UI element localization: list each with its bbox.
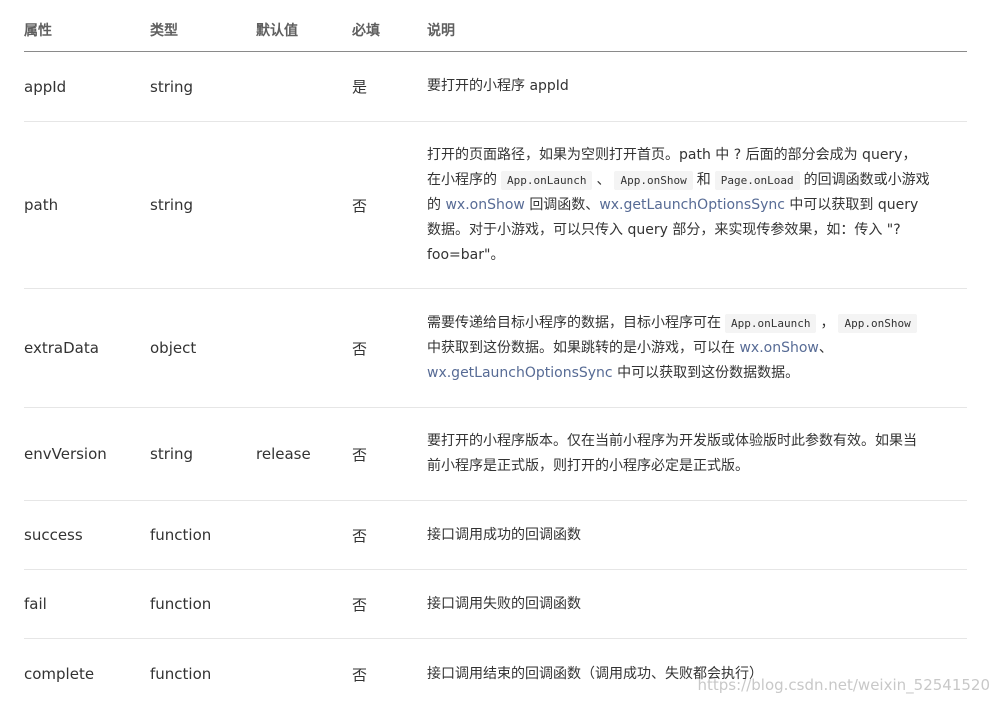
table-row: extraData object 否 需要传递给目标小程序的数据，目标小程序可在…	[24, 289, 967, 408]
desc-cell: 打开的页面路径，如果为空则打开首页。path 中 ? 后面的部分会成为 quer…	[427, 143, 967, 268]
header-attr: 属性	[24, 23, 52, 39]
watermark: https://blog.csdn.net/weixin_52541520	[697, 676, 990, 694]
required-cell: 否	[352, 665, 368, 684]
desc-text: 、	[596, 171, 611, 188]
type-cell: object	[150, 339, 197, 357]
desc-line: 要打开的小程序版本。仅在当前小程序为开发版或体验版时此参数有效。如果当	[427, 433, 917, 449]
desc-line: 前小程序是正式版，则打开的小程序必定是正式版。	[427, 458, 749, 474]
attr-cell: success	[24, 526, 83, 544]
attr-cell: envVersion	[24, 445, 107, 463]
table-row: appId string 是 要打开的小程序 appId	[24, 52, 967, 122]
desc-line: 打开的页面路径，如果为空则打开首页。path 中 ? 后面的部分会成为 quer…	[427, 143, 967, 168]
desc-text: 中可以获取到这份数据数据。	[617, 364, 800, 381]
desc-line: 中获取到这份数据。如果跳转的是小游戏，可以在 wx.onShow、	[427, 336, 967, 361]
table-row: success function 否 接口调用成功的回调函数	[24, 501, 967, 570]
desc-cell: 要打开的小程序 appId	[427, 78, 569, 94]
desc-text: 、	[818, 339, 833, 356]
type-cell: function	[150, 595, 212, 613]
link-wx-getlaunchoptionssync[interactable]: wx.getLaunchOptionsSync	[599, 197, 785, 213]
desc-text: 需要传递给目标小程序的数据，目标小程序可在	[427, 314, 721, 331]
desc-text: 的回调函数或小游戏	[803, 171, 930, 188]
desc-line: 数据。对于小游戏，可以只传入 query 部分，来实现传参效果，如：传入 "?	[427, 218, 967, 243]
desc-cell: 要打开的小程序版本。仅在当前小程序为开发版或体验版时此参数有效。如果当 前小程序…	[427, 429, 967, 479]
code-app-onshow: App.onShow	[838, 313, 917, 333]
desc-line: 的 wx.onShow 回调函数、wx.getLaunchOptionsSync…	[427, 193, 967, 218]
attr-cell: fail	[24, 595, 47, 613]
desc-text: 数据。对于小游戏，可以只传入 query 部分，来实现传参效果，如：传入 "?	[427, 221, 901, 238]
api-params-table: 属性 类型 默认值 必填 说明 appId string 是 要打开的小程序 a…	[24, 0, 967, 709]
desc-text: 在小程序的	[427, 171, 497, 188]
required-cell: 否	[352, 526, 368, 545]
desc-text: foo=bar"。	[427, 246, 505, 263]
desc-text: 中可以获取到 query	[789, 196, 919, 213]
table-row: fail function 否 接口调用失败的回调函数	[24, 570, 967, 639]
desc-line: 在小程序的 App.onLaunch、 App.onShow 和 Page.onLoad…	[427, 168, 967, 193]
desc-text: 中获取到这份数据。如果跳转的是小游戏，可以在	[427, 339, 735, 356]
link-wx-onshow[interactable]: wx.onShow	[739, 340, 818, 356]
type-cell: function	[150, 526, 212, 544]
desc-text: 和	[696, 171, 711, 188]
attr-cell: appId	[24, 77, 67, 96]
header-default: 默认值	[256, 23, 298, 39]
desc-text: 的	[427, 196, 441, 213]
type-cell: string	[150, 445, 194, 463]
attr-cell: extraData	[24, 339, 99, 357]
table-header: 属性 类型 默认值 必填 说明	[24, 0, 967, 52]
header-type: 类型	[150, 23, 178, 39]
attr-cell: path	[24, 196, 59, 214]
link-wx-getlaunchoptionssync[interactable]: wx.getLaunchOptionsSync	[427, 365, 613, 381]
table-row: path string 否 打开的页面路径，如果为空则打开首页。path 中 ?…	[24, 122, 967, 289]
desc-cell: 需要传递给目标小程序的数据，目标小程序可在 App.onLaunch， App.on…	[427, 311, 967, 386]
desc-text: 回调函数、	[529, 196, 600, 213]
type-cell: string	[150, 196, 194, 214]
desc-cell: 接口调用成功的回调函数	[427, 526, 581, 543]
code-app-onlaunch: App.onLaunch	[725, 313, 817, 333]
required-cell: 否	[352, 196, 368, 215]
table-row: envVersion string release 否 要打开的小程序版本。仅在…	[24, 408, 967, 501]
desc-text: 打开的页面路径，如果为空则打开首页。path 中 ? 后面的部分会成为 quer…	[427, 146, 917, 163]
desc-text: ，	[820, 314, 835, 331]
desc-line: wx.getLaunchOptionsSync 中可以获取到这份数据数据。	[427, 361, 967, 386]
type-cell: function	[150, 665, 212, 683]
type-cell: string	[150, 77, 194, 96]
desc-cell: 接口调用失败的回调函数	[427, 595, 581, 612]
required-cell: 否	[352, 445, 368, 464]
attr-cell: complete	[24, 665, 95, 683]
required-cell: 否	[352, 595, 368, 614]
header-required: 必填	[352, 23, 380, 39]
code-page-onload: Page.onLoad	[714, 170, 800, 190]
desc-line: foo=bar"。	[427, 243, 967, 268]
link-wx-onshow[interactable]: wx.onShow	[445, 197, 524, 213]
default-cell: release	[256, 445, 311, 463]
required-cell: 否	[352, 339, 368, 358]
header-desc: 说明	[427, 23, 455, 39]
desc-line: 需要传递给目标小程序的数据，目标小程序可在 App.onLaunch， App.on…	[427, 311, 967, 336]
code-app-onshow: App.onShow	[614, 170, 693, 190]
code-app-onlaunch: App.onLaunch	[501, 170, 593, 190]
required-cell: 是	[352, 78, 368, 96]
table-row: complete function 否 接口调用结束的回调函数（调用成功、失败都…	[24, 639, 967, 709]
